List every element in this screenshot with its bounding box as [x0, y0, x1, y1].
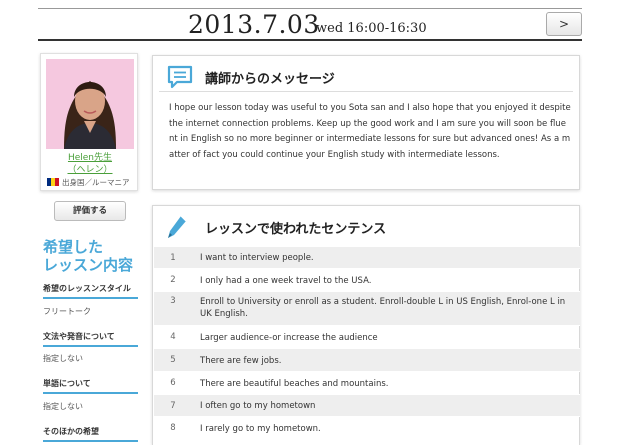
next-lesson-button[interactable]: > — [546, 12, 582, 36]
sentence-number: 5 — [170, 355, 176, 365]
message-divider — [159, 91, 573, 92]
sentence-number: 3 — [170, 296, 176, 306]
sentence-row: 4 Larger audience-or increase the audien… — [154, 325, 580, 348]
sentence-text: I only had a one week travel to the USA. — [200, 276, 372, 286]
sentence-number: 7 — [170, 401, 176, 411]
requested-lesson-title: 希望した レッスン内容 — [43, 238, 138, 274]
sentence-number: 6 — [170, 378, 176, 388]
sentence-row: 7 I often go to my hometown — [154, 394, 580, 416]
romania-flag-icon — [47, 178, 59, 186]
pref-heading-lesson-style: 希望のレッスンスタイル — [43, 283, 138, 299]
sentence-text: Larger audience-or increase the audience — [200, 333, 378, 343]
pencil-icon — [165, 214, 189, 244]
sentence-text: I often go to my hometown — [200, 401, 316, 411]
teacher-card: Helen先生 （ヘレン） 出身国／ルーマニア — [40, 53, 138, 191]
teacher-message-panel: 講師からのメッセージ I hope our lesson today was u… — [152, 55, 580, 190]
sentence-row: 2 I only had a one week travel to the US… — [154, 268, 580, 291]
message-body: I hope our lesson today was useful to yo… — [169, 103, 571, 160]
sentence-row: 5 There are few jobs. — [154, 348, 580, 371]
sentence-row: 3 Enroll to University or enroll as a st… — [154, 291, 580, 325]
teacher-country-text: 出身国／ルーマニア — [62, 178, 130, 187]
pref-value-vocabulary: 指定しない — [43, 402, 83, 411]
sentence-number: 2 — [170, 275, 176, 285]
sentence-text: I want to interview people. — [200, 253, 314, 263]
lesson-date: 2013.7.03 — [188, 10, 320, 39]
sentence-list: 1 I want to interview people. 2 I only h… — [154, 246, 580, 439]
header-divider — [38, 39, 582, 41]
pref-value-lesson-style: フリートーク — [43, 307, 91, 316]
sentence-row: 8 I rarely go to my hometown. — [154, 416, 580, 439]
sentence-text: I rarely go to my hometown. — [200, 424, 321, 434]
sentence-row: 1 I want to interview people. — [154, 246, 580, 268]
sentence-row: 6 There are beautiful beaches and mounta… — [154, 371, 580, 394]
message-title: 講師からのメッセージ — [205, 72, 335, 87]
pref-heading-vocabulary: 単語について — [43, 378, 138, 394]
sentence-text: There are few jobs. — [200, 356, 282, 366]
pref-value-grammar: 指定しない — [43, 354, 83, 363]
teacher-name: Helen先生 — [67, 153, 113, 163]
teacher-name-link[interactable]: Helen先生 （ヘレン） — [41, 152, 139, 176]
sentence-number: 8 — [170, 423, 176, 433]
sentence-text: There are beautiful beaches and mountain… — [200, 379, 389, 389]
sentences-title: レッスンで使われたセンテンス — [205, 222, 387, 237]
teacher-name-kana: （ヘレン） — [67, 165, 113, 175]
requested-lesson-title-line2: レッスン内容 — [43, 256, 134, 274]
chat-bubble-icon — [167, 65, 193, 93]
lesson-header: 2013.7.03 wed 16:00-16:30 > — [38, 9, 582, 41]
teacher-country: 出身国／ルーマニア — [47, 177, 130, 188]
lesson-sentences-panel: レッスンで使われたセンテンス 1 I want to interview peo… — [152, 205, 580, 445]
sentence-text: Enroll to University or enroll as a stud… — [200, 297, 566, 319]
evaluate-button[interactable]: 評価する — [54, 201, 126, 221]
lesson-day-time: wed 16:00-16:30 — [316, 21, 427, 36]
pref-heading-other: そのほかの希望 — [43, 426, 138, 442]
sentence-number: 4 — [170, 332, 176, 342]
sentence-number: 1 — [170, 253, 176, 263]
requested-lesson-title-line1: 希望した — [43, 238, 104, 256]
pref-heading-grammar: 文法や発音について — [43, 331, 138, 347]
teacher-photo — [46, 59, 134, 149]
